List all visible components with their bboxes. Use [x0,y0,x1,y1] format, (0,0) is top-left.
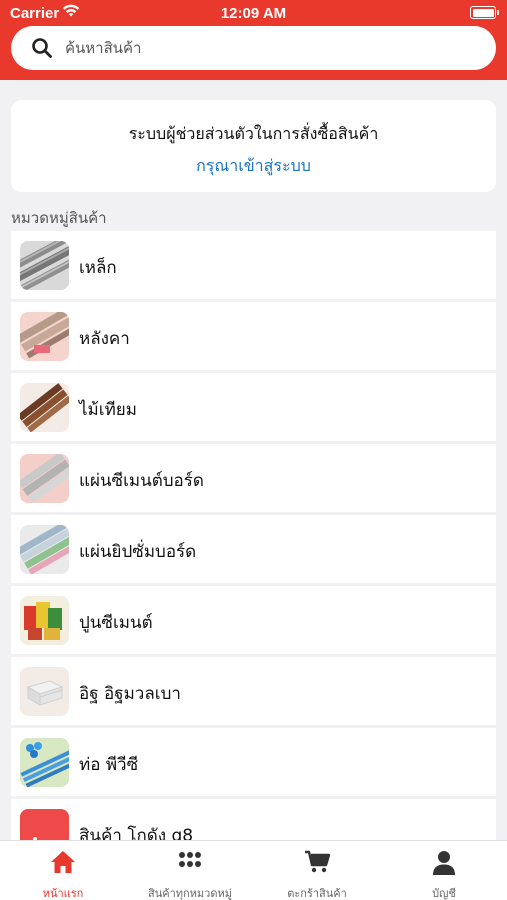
category-item-pvc-pipe[interactable]: ท่อ พีวีซี [11,728,496,796]
category-label: แผ่นยิปซั่มบอร์ด [79,542,197,562]
category-item-cement-board[interactable]: แผ่นซีเมนต์บอร์ด [11,444,496,512]
search-bar[interactable] [11,26,496,70]
tab-account[interactable]: บัญชี [381,841,507,900]
pvc-pipe-thumbnail [20,738,69,787]
grid-icon [178,850,202,874]
assistant-title: ระบบผู้ช่วยส่วนตัวในการสั่งซื้อสินค้า [128,124,379,143]
cart-icon [304,850,331,878]
home-icon [50,850,76,878]
category-item-roof[interactable]: หลังคา [11,302,496,370]
roof-thumbnail [20,312,69,361]
tab-home[interactable]: หน้าแรก [0,841,126,900]
category-label: ท่อ พีวีซี [79,755,139,775]
category-label: หลังคา [79,329,130,349]
artificial-wood-thumbnail [20,383,69,432]
category-label: ไม้เทียม [79,400,137,420]
tab-label: หน้าแรก [42,887,84,900]
cement-board-thumbnail [20,454,69,503]
category-list: เหล็ก หลังคา ไม้เทียม แผ่นซีเมนต์บอร์ด แ… [11,231,496,870]
brick-thumbnail [20,667,69,716]
category-item-steel[interactable]: เหล็ก [11,231,496,299]
category-label: เหล็ก [79,258,117,278]
category-label: แผ่นซีเมนต์บอร์ด [79,471,204,491]
tab-label: สินค้าทุกหมวดหมู่ [147,887,232,900]
battery-icon [470,6,499,19]
category-item-brick[interactable]: อิฐ อิฐมวลเบา [11,657,496,725]
category-label: อิฐ อิฐมวลเบา [79,684,181,704]
clock: 12:09 AM [220,5,287,22]
tab-cart[interactable]: ตะกร้าสินค้า [254,841,380,900]
user-icon [432,850,456,880]
tab-all-categories[interactable]: สินค้าทุกหมวดหมู่ [127,841,253,900]
category-label: ปูนซีเมนต์ [79,613,153,633]
tab-label: บัญชี [432,887,456,900]
category-item-artificial-wood[interactable]: ไม้เทียม [11,373,496,441]
search-icon [31,37,53,63]
tab-label: ตะกร้าสินค้า [287,887,347,900]
tab-bar: หน้าแรก สินค้าทุกหมวดหมู่ ตะกร้าสินค้า บ… [0,840,507,900]
category-item-gypsum-board[interactable]: แผ่นยิปซั่มบอร์ด [11,515,496,583]
gypsum-board-thumbnail [20,525,69,574]
assistant-card: ระบบผู้ช่วยส่วนตัวในการสั่งซื้อสินค้า กร… [11,100,496,192]
cement-thumbnail [20,596,69,645]
category-item-cement[interactable]: ปูนซีเมนต์ [11,586,496,654]
steel-thumbnail [20,241,69,290]
login-link[interactable]: กรุณาเข้าสู่ระบบ [11,154,496,179]
category-heading: หมวดหมู่สินค้า [11,209,107,227]
status-bar: Carrier 12:09 AM [0,0,507,26]
search-input[interactable] [65,32,475,64]
